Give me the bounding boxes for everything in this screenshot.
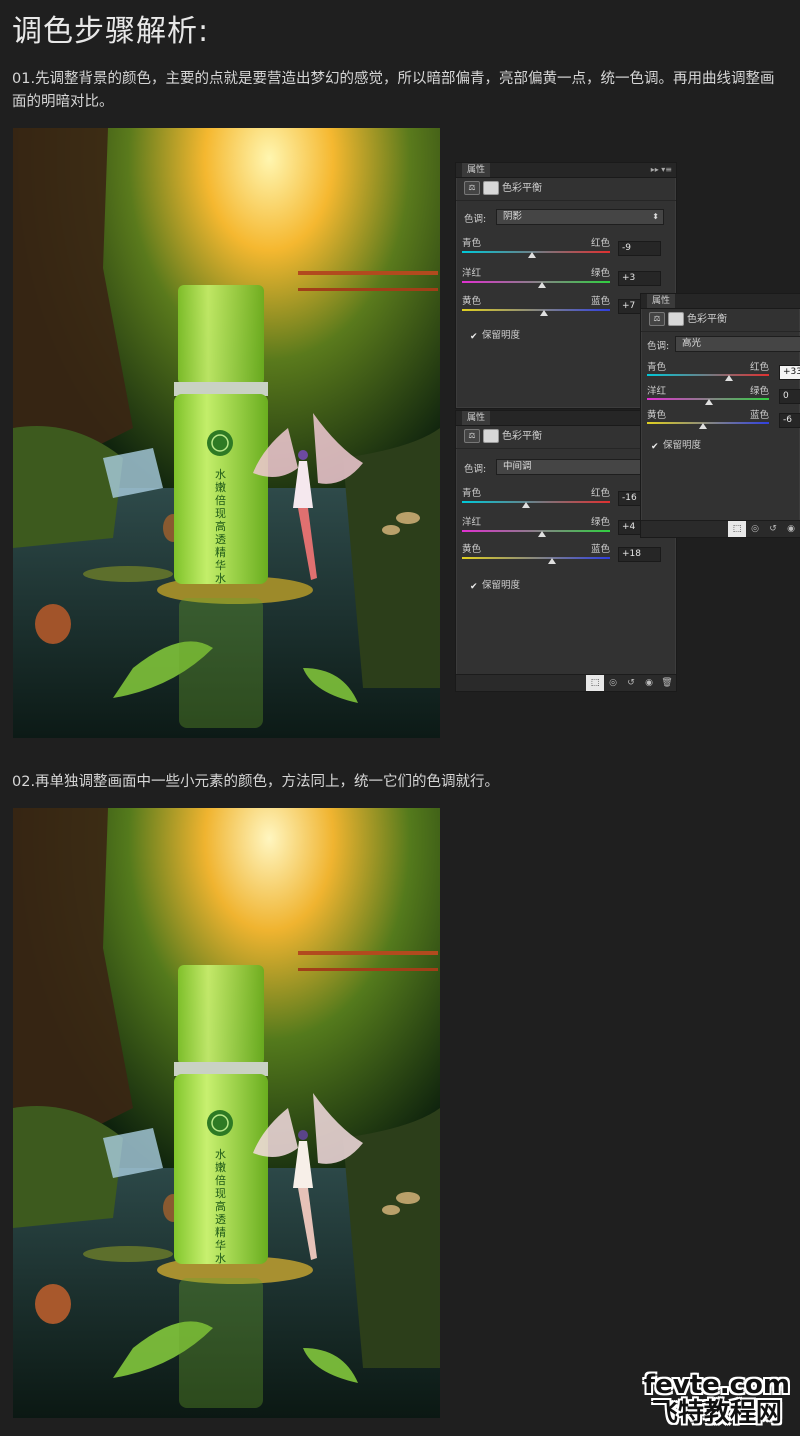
tone-select[interactable]: 中间调 (496, 459, 644, 475)
visibility-eye-icon[interactable]: ◉ (782, 521, 800, 537)
visibility-eye-icon[interactable]: ◉ (640, 675, 658, 691)
slider-knob[interactable] (538, 531, 546, 537)
step-2-text: 02.再单独调整画面中一些小元素的颜色，方法同上，统一它们的色调就行。 (12, 774, 500, 790)
slider-track (462, 530, 610, 532)
panel-footer-toolbar: ⬚ ◎ ↺ ◉ 🗑 (456, 674, 676, 691)
preserve-label: 保留明度 (482, 330, 521, 341)
balance-scale-icon: ⚖ (464, 181, 480, 195)
tone-label: 色调: (647, 341, 670, 352)
slider-value-input[interactable]: +33 (779, 365, 800, 380)
panel-title: 色彩平衡 (502, 183, 542, 194)
clip-to-layer-icon[interactable]: ⬚ (586, 675, 604, 691)
panel-title: 色彩平衡 (502, 431, 542, 442)
panel-tab[interactable]: 属性 (462, 163, 491, 177)
slider-knob[interactable] (705, 399, 713, 405)
slider-knob[interactable] (538, 282, 546, 288)
slider-left-label: 青色 (462, 488, 482, 499)
slider-value-input[interactable]: +18 (618, 547, 661, 562)
select-arrow-icon: ⬍ (652, 212, 659, 221)
slider-left-label: 洋红 (647, 386, 667, 397)
clip-to-layer-icon[interactable]: ⬚ (728, 521, 746, 537)
slider-knob[interactable] (528, 252, 536, 258)
tone-label: 色调: (464, 464, 487, 475)
checkmark-icon: ✔ (470, 582, 478, 592)
slider-right-label: 绿色 (590, 268, 610, 279)
slider-left-label: 洋红 (462, 517, 482, 528)
preserve-label: 保留明度 (482, 580, 521, 591)
slider-left-label: 黄色 (647, 410, 667, 421)
tone-label: 色调: (464, 214, 487, 225)
slider-track (462, 281, 610, 283)
panel-menu-icon[interactable]: ▸▸ ▾≡ (651, 163, 672, 177)
slider-value-input[interactable]: -9 (618, 241, 661, 256)
tone-select[interactable]: 高光 (675, 336, 800, 352)
slider-left-label: 青色 (647, 362, 667, 373)
slider-knob[interactable] (540, 310, 548, 316)
slider-track (647, 422, 769, 424)
mask-icon (483, 429, 499, 443)
scene-image-after: 水嫩倍现高透精华水 (13, 808, 440, 1418)
checkmark-icon: ✔ (470, 332, 478, 342)
slider-value-input[interactable]: +3 (618, 271, 661, 286)
slider-left-label: 黄色 (462, 544, 482, 555)
color-balance-panel-highlights: 属性 ⚖ 色彩平衡 色调: 高光 青色 红色 +33 洋红 绿色 0 黄色 蓝色 … (640, 293, 800, 538)
slider-track (647, 374, 769, 376)
mask-icon (668, 312, 684, 326)
slider-right-label: 红色 (590, 238, 610, 249)
slider-value-input[interactable]: -6 (779, 413, 800, 428)
slider-right-label: 红色 (590, 488, 610, 499)
watermark-line-1: fevte.com (643, 1370, 790, 1400)
balance-scale-icon: ⚖ (649, 312, 665, 326)
slider-left-label: 青色 (462, 238, 482, 249)
slider-knob[interactable] (522, 502, 530, 508)
slider-track (462, 251, 610, 253)
watermark-line-2: 飞特教程网 (651, 1398, 782, 1428)
slider-track (462, 557, 610, 559)
slider-right-label: 蓝色 (590, 296, 610, 307)
slider-value-input[interactable]: 0 (779, 389, 800, 404)
tone-select-value: 阴影 (503, 211, 523, 222)
slider-right-label: 绿色 (590, 517, 610, 528)
scene-image-before: 水嫩倍现高透精华水 (13, 128, 440, 738)
preserve-luminosity-checkbox[interactable]: ✔ 保留明度 (470, 577, 520, 592)
slider-left-label: 洋红 (462, 268, 482, 279)
slider-knob[interactable] (725, 375, 733, 381)
tone-select-value: 中间调 (503, 461, 532, 472)
tone-select-value: 高光 (682, 338, 702, 349)
balance-scale-icon: ⚖ (464, 429, 480, 443)
slider-left-label: 黄色 (462, 296, 482, 307)
slider-right-label: 蓝色 (590, 544, 610, 555)
watermark-logo: fevte.com 飞特教程网 (644, 1372, 790, 1426)
panel-tab[interactable]: 属性 (462, 411, 491, 425)
panel-tab[interactable]: 属性 (647, 294, 676, 308)
slider-right-label: 红色 (749, 362, 769, 373)
checkmark-icon: ✔ (651, 442, 659, 452)
preserve-luminosity-checkbox[interactable]: ✔ 保留明度 (470, 327, 520, 342)
trash-icon[interactable]: 🗑 (658, 675, 676, 691)
bottle-label: 水嫩倍现高透精华水 (215, 1148, 226, 1265)
reset-icon[interactable]: ↺ (764, 521, 782, 537)
slider-track (462, 309, 610, 311)
tone-select[interactable]: 阴影 ⬍ (496, 209, 664, 225)
slider-knob[interactable] (548, 558, 556, 564)
mask-icon (483, 181, 499, 195)
bottle-label: 水嫩倍现高透精华水 (215, 468, 226, 585)
slider-right-label: 绿色 (749, 386, 769, 397)
preserve-luminosity-checkbox[interactable]: ✔ 保留明度 (651, 437, 701, 452)
slider-knob[interactable] (699, 423, 707, 429)
view-previous-icon[interactable]: ◎ (746, 521, 764, 537)
reset-icon[interactable]: ↺ (622, 675, 640, 691)
slider-track (462, 501, 610, 503)
view-previous-icon[interactable]: ◎ (604, 675, 622, 691)
slider-right-label: 蓝色 (749, 410, 769, 421)
page-title: 调色步骤解析: (12, 14, 210, 49)
preserve-label: 保留明度 (663, 440, 702, 451)
panel-footer-toolbar: ⬚ ◎ ↺ ◉ (641, 520, 800, 537)
step-1-text: 01.先调整背景的颜色，主要的点就是要营造出梦幻的感觉，所以暗部偏青，亮部偏黄一… (12, 71, 775, 110)
panel-title: 色彩平衡 (687, 314, 727, 325)
